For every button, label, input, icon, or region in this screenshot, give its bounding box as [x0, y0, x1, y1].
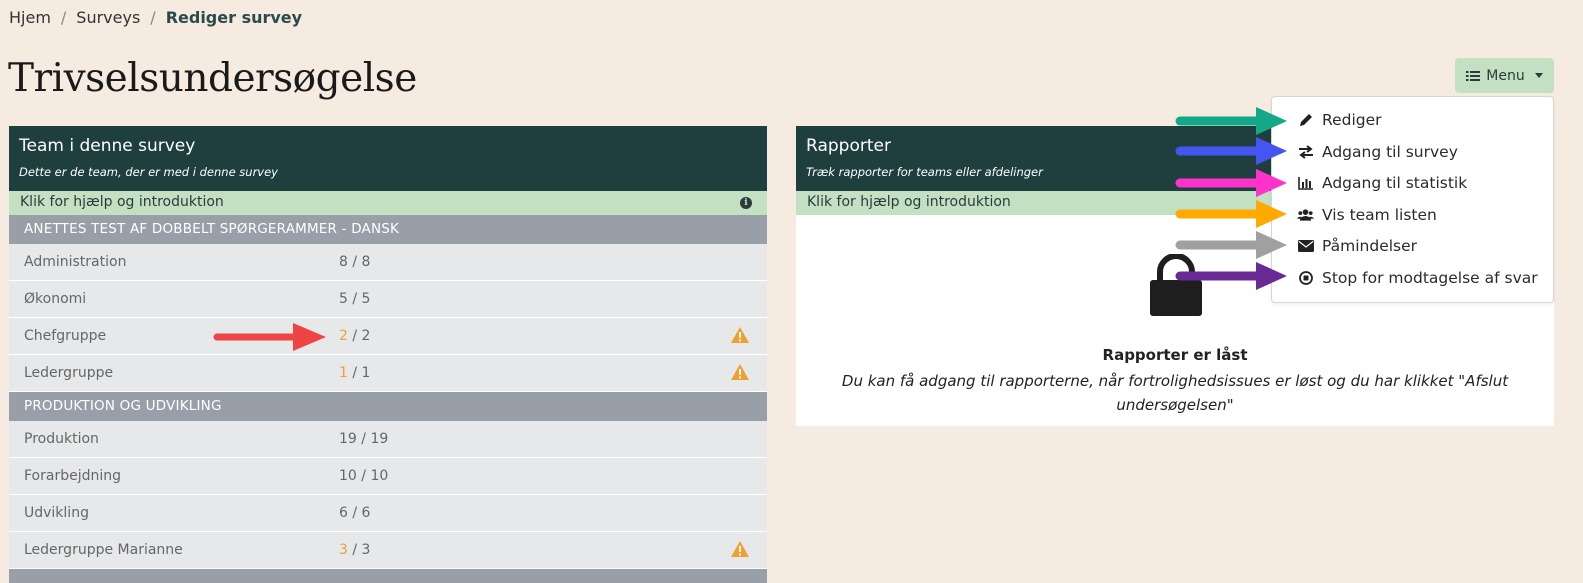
menu-item-label: Adgang til statistik [1322, 174, 1468, 192]
reports-locked-title: Rapporter er låst [1102, 346, 1248, 364]
team-count-total: 1 [361, 365, 371, 381]
team-name: Ledergruppe [24, 365, 114, 381]
team-count-answered: 1 [339, 365, 348, 381]
team-count-separator: / [356, 468, 371, 484]
team-name: Ledergruppe Marianne [24, 542, 183, 558]
breadcrumb: Hjem / Surveys / Rediger survey [9, 8, 302, 27]
team-count-total: 19 [370, 431, 389, 447]
team-name: Produktion [24, 431, 99, 447]
table-row[interactable]: Ledergruppe Marianne 3 / 3 [9, 532, 767, 569]
team-count: 2 / 2 [339, 328, 370, 344]
team-count: 5 / 5 [339, 291, 370, 307]
menu-item-label: Adgang til survey [1322, 143, 1458, 161]
team-count-answered: 5 [339, 291, 348, 307]
team-count: 8 / 8 [339, 254, 370, 270]
team-count-total: 8 [361, 254, 371, 270]
exchange-icon [1297, 144, 1314, 161]
team-name: Forarbejdning [24, 468, 122, 484]
team-count-separator: / [347, 254, 362, 270]
team-count-separator: / [347, 505, 362, 521]
team-count: 1 / 1 [339, 365, 370, 381]
team-count: 3 / 3 [339, 542, 370, 558]
team-count-total: 3 [361, 542, 371, 558]
team-name: Økonomi [24, 291, 87, 307]
annotation-arrow-red [213, 323, 326, 351]
team-name: Administration [24, 254, 127, 270]
reports-locked-body: Du kan få adgang til rapporterne, når fo… [841, 372, 1509, 414]
table-row[interactable]: Forarbejdning 10 / 10 [9, 458, 767, 495]
breadcrumb-home[interactable]: Hjem [9, 8, 51, 27]
teams-panel: Team i denne survey Dette er de team, de… [9, 126, 767, 583]
team-count-total: 5 [361, 291, 371, 307]
team-count-answered: 6 [339, 505, 348, 521]
stop-circle-icon [1297, 270, 1314, 287]
menu-item-adgang-statistik[interactable]: Adgang til statistik [1297, 174, 1467, 192]
breadcrumb-current: Rediger survey [165, 8, 303, 27]
group-header-next [9, 569, 767, 583]
table-row[interactable]: Ledergruppe 1 / 1 [9, 355, 767, 392]
team-count-separator: / [356, 431, 371, 447]
menu-item-label: Påmindelser [1322, 237, 1418, 255]
caret-down-icon [1534, 73, 1543, 78]
group-header: ANETTES TEST AF DOBBELT SPØRGERAMMER - D… [9, 215, 767, 244]
team-count-answered: 10 [339, 468, 357, 484]
breadcrumb-separator: / [150, 8, 156, 27]
team-count-separator: / [347, 365, 362, 381]
table-row[interactable]: Administration 8 / 8 [9, 244, 767, 281]
team-count-separator: / [347, 542, 362, 558]
table-row[interactable]: Chefgruppe 2 / 2 [9, 318, 767, 355]
teams-panel-header: Team i denne survey Dette er de team, de… [9, 126, 767, 191]
team-count-total: 2 [361, 328, 371, 344]
menu-item-label: Vis team listen [1322, 206, 1437, 224]
teams-panel-title: Team i denne survey [19, 136, 196, 156]
teams-help-label: Klik for hjælp og introduktion [20, 194, 224, 210]
team-count-answered: 19 [339, 431, 357, 447]
team-count: 6 / 6 [339, 505, 370, 521]
warning-icon[interactable] [730, 540, 750, 558]
team-count: 10 / 10 [339, 468, 388, 484]
menu-dropdown: Rediger Adgang til survey Adgang til sta… [1271, 96, 1554, 303]
table-row[interactable]: Udvikling 6 / 6 [9, 495, 767, 532]
menu-item-rediger[interactable]: Rediger [1297, 111, 1382, 129]
teams-panel-subtitle: Dette er de team, der er med i denne sur… [19, 165, 278, 179]
menu-item-adgang-survey[interactable]: Adgang til survey [1297, 143, 1458, 161]
breadcrumb-separator: / [60, 8, 67, 27]
menu-button-label: Menu [1486, 67, 1525, 84]
menu-button[interactable]: Menu [1455, 58, 1554, 93]
users-icon [1297, 207, 1314, 224]
table-row[interactable]: Økonomi 5 / 5 [9, 281, 767, 318]
info-icon: i [740, 197, 752, 209]
team-count-separator: / [347, 291, 362, 307]
menu-item-stop-svar[interactable]: Stop for modtagelse af svar [1297, 269, 1538, 287]
menu-item-label: Rediger [1322, 111, 1382, 129]
page-title: Trivselsundersøgelse [8, 56, 417, 101]
reports-help-label: Klik for hjælp og introduktion [807, 194, 1011, 210]
list-icon [1466, 70, 1481, 81]
team-count-answered: 3 [339, 542, 348, 558]
team-count: 19 / 19 [339, 431, 388, 447]
team-count-answered: 8 [339, 254, 348, 270]
team-name: Chefgruppe [24, 328, 107, 344]
warning-icon[interactable] [730, 326, 750, 344]
reports-locked-message: Rapporter er låst Du kan få adgang til r… [796, 346, 1554, 417]
group-header: PRODUKTION OG UDVIKLING [9, 392, 767, 421]
menu-item-paamindelser[interactable]: Påmindelser [1297, 237, 1417, 255]
table-row[interactable]: Produktion 19 / 19 [9, 421, 767, 458]
team-count-answered: 2 [339, 328, 348, 344]
warning-icon[interactable] [730, 363, 750, 381]
team-name: Udvikling [24, 505, 89, 521]
team-count-total: 6 [361, 505, 371, 521]
teams-help-bar[interactable]: Klik for hjælp og introduktion i [9, 191, 767, 215]
bar-chart-icon [1297, 175, 1314, 192]
envelope-icon [1297, 238, 1314, 255]
breadcrumb-surveys[interactable]: Surveys [76, 8, 140, 27]
team-count-separator: / [347, 328, 362, 344]
menu-item-label: Stop for modtagelse af svar [1322, 269, 1538, 287]
pencil-icon [1297, 112, 1314, 129]
team-count-total: 10 [370, 468, 389, 484]
lock-icon [1150, 254, 1202, 316]
menu-item-vis-team-listen[interactable]: Vis team listen [1297, 206, 1437, 224]
